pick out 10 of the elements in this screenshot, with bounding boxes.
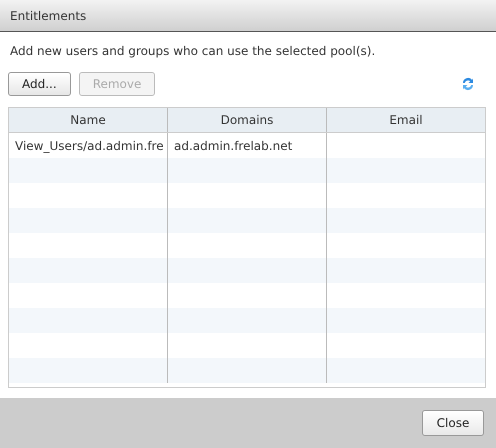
close-button[interactable]: Close — [422, 410, 484, 436]
add-button[interactable]: Add... — [8, 72, 71, 96]
window-title: Entitlements — [10, 8, 86, 24]
table-cell-text: View_Users/ad.admin.fre — [15, 138, 164, 154]
column-header[interactable]: Email — [327, 108, 485, 132]
column-header[interactable]: Domains — [168, 108, 327, 132]
column-header[interactable]: Name — [9, 108, 168, 132]
table-cell-text: ad.admin.frelab.net — [174, 138, 292, 154]
description-text: Add new users and groups who can use the selected pool(s). — [10, 43, 376, 60]
refresh-icon[interactable] — [460, 76, 476, 92]
